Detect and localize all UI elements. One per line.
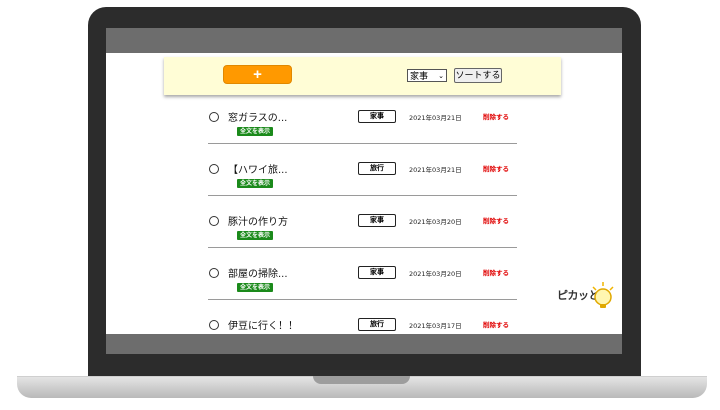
task-date: 2021年03月21日: [409, 166, 462, 174]
task-row: 【ハワイ旅... 全文を表示 旅行 2021年03月21日 削除する: [208, 149, 517, 201]
row-divider: [208, 195, 517, 196]
chevron-down-icon: ⌄: [438, 72, 444, 80]
task-title: 伊豆に行く！！: [228, 321, 298, 332]
category-select[interactable]: 家事 ⌄: [407, 69, 447, 82]
show-full-button[interactable]: 全文を表示: [237, 127, 274, 136]
category-tag: 家事: [358, 214, 396, 227]
task-date: 2021年03月20日: [409, 270, 462, 278]
category-tag: 家事: [358, 266, 396, 279]
category-select-value: 家事: [410, 72, 429, 82]
show-full-button[interactable]: 全文を表示: [237, 179, 274, 188]
task-radio[interactable]: [209, 112, 219, 122]
row-divider: [208, 143, 517, 144]
task-title: 部屋の掃除...: [228, 269, 288, 280]
task-radio[interactable]: [209, 164, 219, 174]
screen-bottom-bar: [106, 334, 622, 354]
task-row: 豚汁の作り方 全文を表示 家事 2021年03月20日 削除する: [208, 201, 517, 253]
task-row: 窓ガラスの... 全文を表示 家事 2021年03月21日 削除する: [208, 97, 517, 149]
delete-link[interactable]: 削除する: [483, 319, 509, 329]
category-tag: 旅行: [358, 318, 396, 331]
task-radio[interactable]: [209, 320, 219, 330]
screen-top-bar: [106, 28, 622, 53]
category-tag: 家事: [358, 110, 396, 123]
task-radio[interactable]: [209, 268, 219, 278]
show-full-button[interactable]: 全文を表示: [237, 283, 274, 292]
lightbulb-icon: [592, 282, 614, 308]
delete-link[interactable]: 削除する: [483, 215, 509, 225]
task-title: 豚汁の作り方: [228, 217, 288, 228]
category-tag: 旅行: [358, 162, 396, 175]
task-date: 2021年03月17日: [409, 322, 462, 330]
task-radio[interactable]: [209, 216, 219, 226]
toolbar: + 家事 ⌄ ソートする: [164, 57, 561, 95]
task-date: 2021年03月20日: [409, 218, 462, 226]
app-logo: ピカッと: [557, 281, 617, 313]
delete-link[interactable]: 削除する: [483, 267, 509, 277]
show-full-button[interactable]: 全文を表示: [237, 231, 274, 240]
laptop-notch: [313, 376, 410, 384]
delete-link[interactable]: 削除する: [483, 163, 509, 173]
task-date: 2021年03月21日: [409, 114, 462, 122]
row-divider: [208, 247, 517, 248]
task-title: 窓ガラスの...: [228, 113, 288, 124]
sort-button[interactable]: ソートする: [454, 68, 502, 83]
add-task-button[interactable]: +: [223, 65, 292, 84]
task-title: 【ハワイ旅...: [228, 165, 288, 176]
row-divider: [208, 299, 517, 300]
delete-link[interactable]: 削除する: [483, 111, 509, 121]
laptop-screen: + 家事 ⌄ ソートする 窓ガラスの... 全文を表示 家事 2021年03月2…: [106, 28, 622, 354]
task-row: 部屋の掃除... 全文を表示 家事 2021年03月20日 削除する: [208, 253, 517, 305]
